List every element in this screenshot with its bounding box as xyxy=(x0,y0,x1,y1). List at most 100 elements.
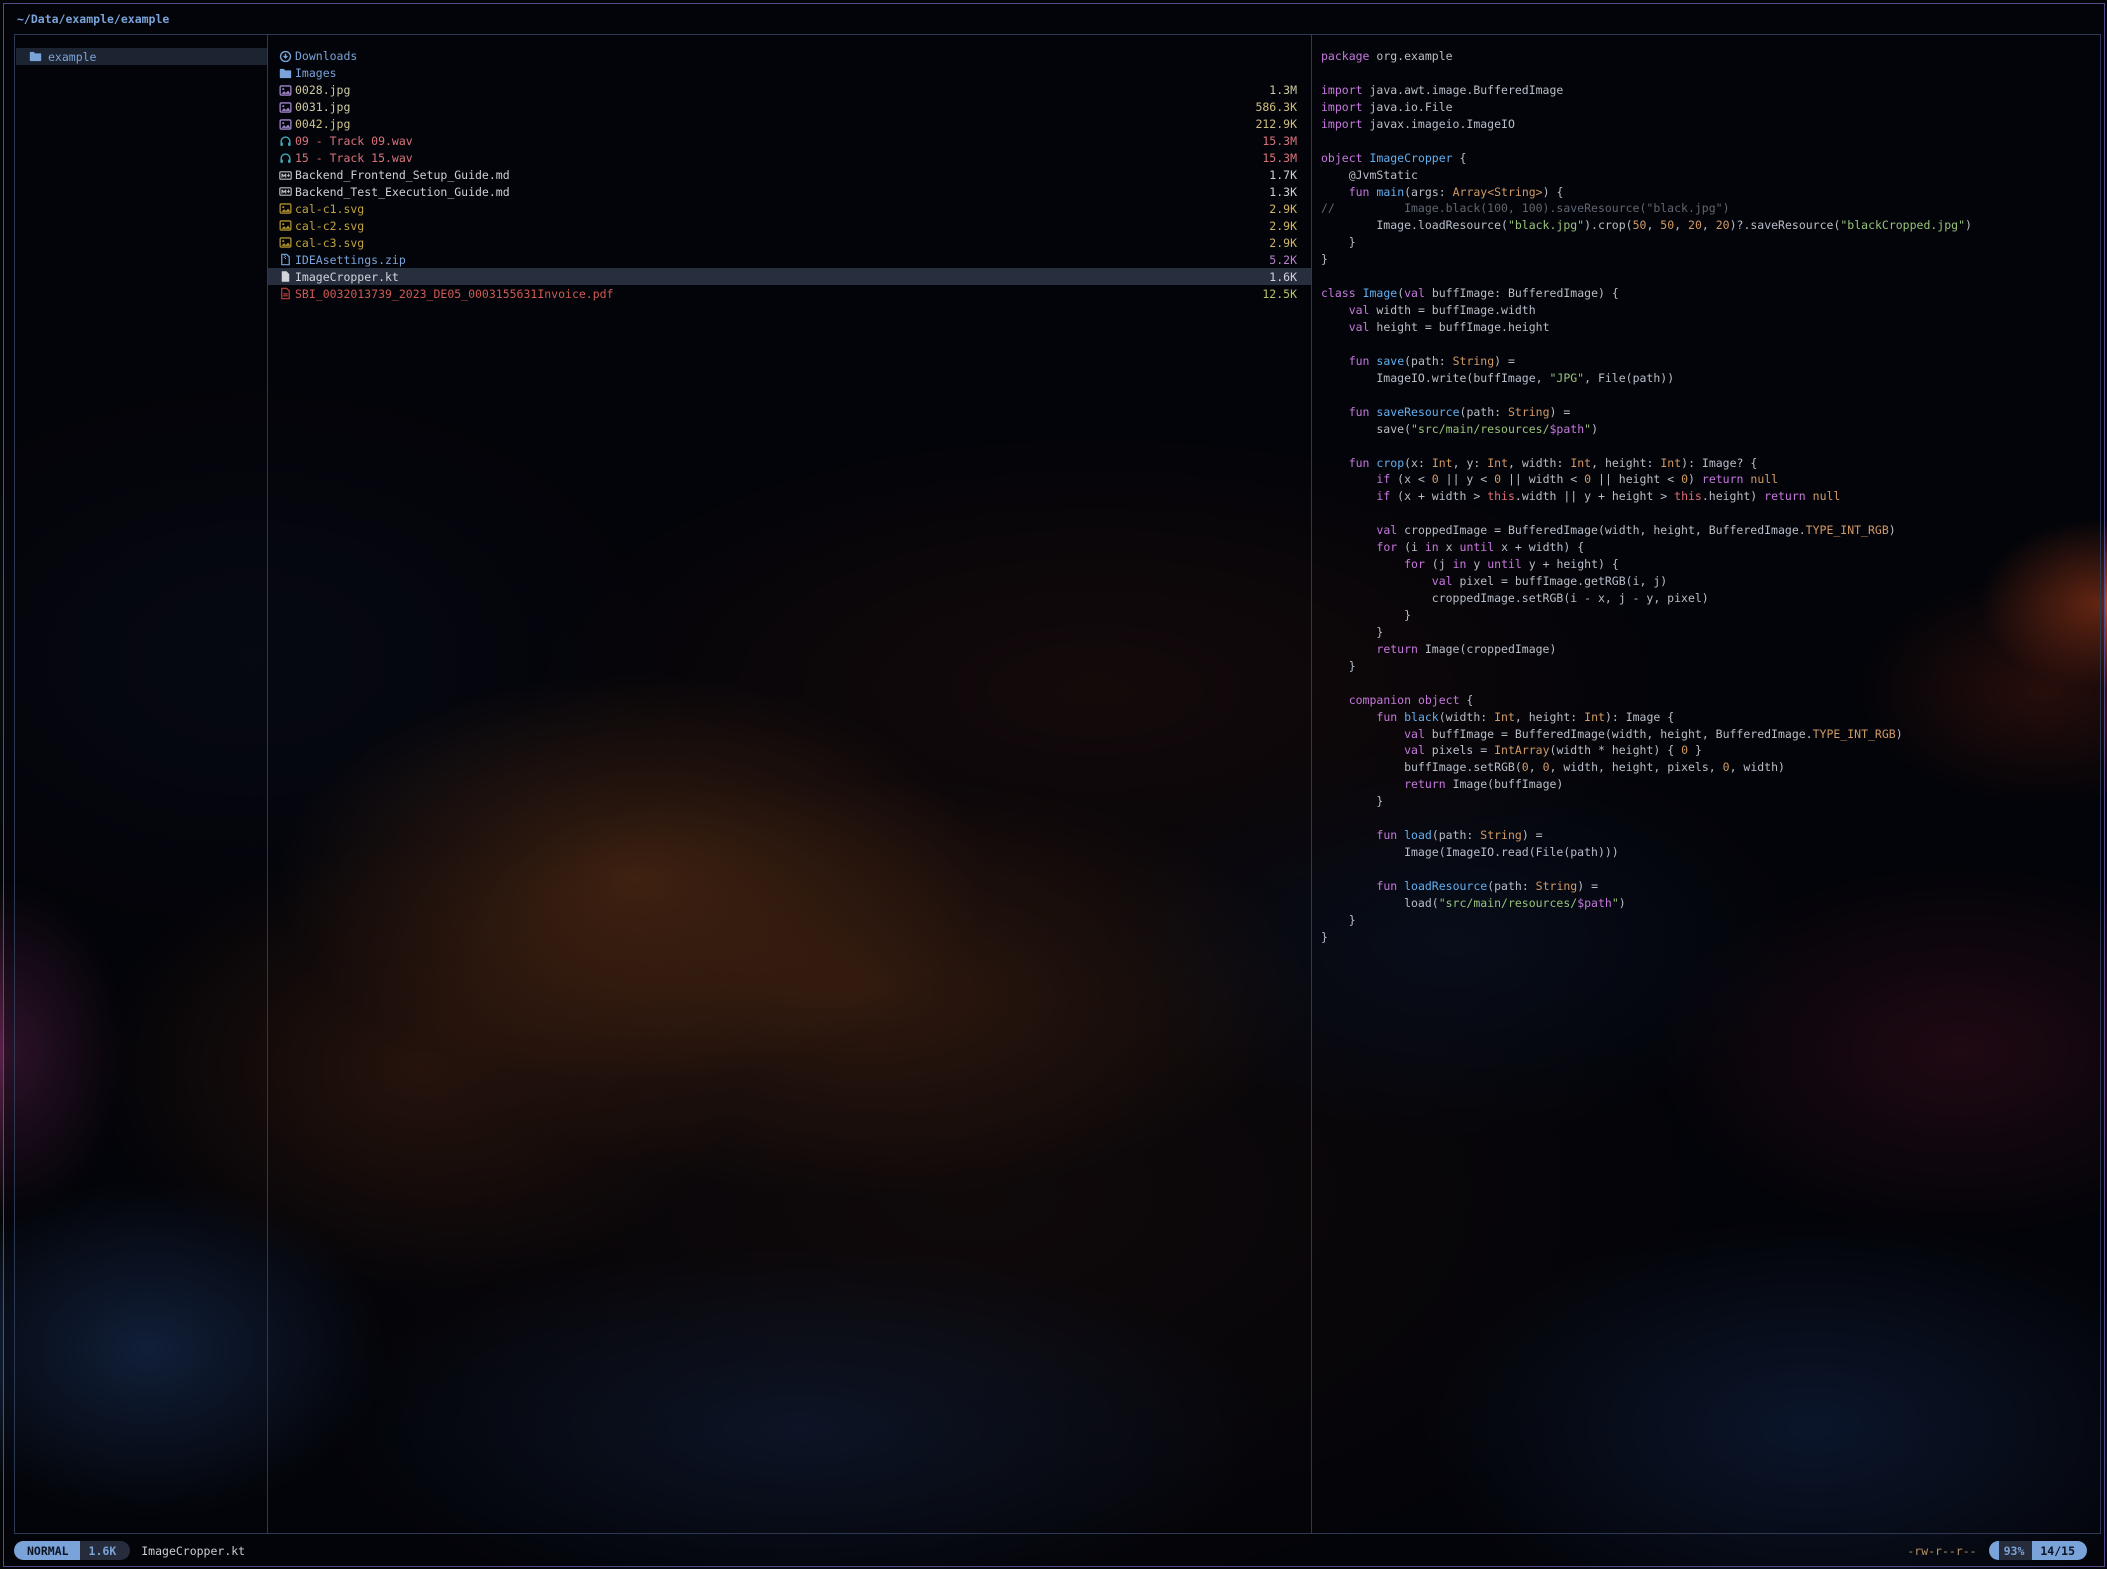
code-line: val width = buffImage.width xyxy=(1321,302,2098,319)
code-line: fun crop(x: Int, y: Int, width: Int, hei… xyxy=(1321,455,2098,472)
file-name: 0042.jpg xyxy=(295,117,350,131)
code-line: val height = buffImage.height xyxy=(1321,319,2098,336)
code-line: import javax.imageio.ImageIO xyxy=(1321,116,2098,133)
file-size: 1.6K xyxy=(1259,270,1297,284)
image-icon xyxy=(279,219,292,232)
code-line xyxy=(1321,505,2098,522)
folder-icon xyxy=(29,50,42,63)
parent-pane: example xyxy=(16,36,267,1532)
file-size: 2.9K xyxy=(1259,219,1297,233)
powerline-cap-icon xyxy=(1989,1541,1999,1560)
code-line: fun save(path: String) = xyxy=(1321,353,2098,370)
headphones-icon xyxy=(279,152,292,165)
code-line: buffImage.setRGB(0, 0, width, height, pi… xyxy=(1321,759,2098,776)
file-name: 0031.jpg xyxy=(295,100,350,114)
code-line: fun black(width: Int, height: Int): Imag… xyxy=(1321,709,2098,726)
file-pane: Downloads Images 0028.jpg1.3M0031.jpg 586.3… xyxy=(268,36,1311,1532)
code-line: package org.example xyxy=(1321,48,2098,65)
file-size: 1.7K xyxy=(1259,168,1297,182)
code-line: val croppedImage = BufferedImage(width, … xyxy=(1321,522,2098,539)
file-name: IDEAsettings.zip xyxy=(295,253,406,267)
code-line xyxy=(1321,387,2098,404)
file-size: 15.3M xyxy=(1252,134,1297,148)
code-line xyxy=(1321,268,2098,285)
code-line xyxy=(1321,861,2098,878)
code-line: @JvmStatic xyxy=(1321,167,2098,184)
file-permissions: -rw-r--r-- xyxy=(1907,1544,1976,1558)
code-line: fun main(args: Array<String>) { xyxy=(1321,184,2098,201)
file-size: 2.9K xyxy=(1259,202,1297,216)
code-line: import java.awt.image.BufferedImage xyxy=(1321,82,2098,99)
file-name: Images xyxy=(295,66,337,80)
code-line: fun loadResource(path: String) = xyxy=(1321,878,2098,895)
image-icon xyxy=(279,236,292,249)
scroll-percent: 93% xyxy=(1999,1541,2033,1560)
file-row[interactable]: Backend_Frontend_Setup_Guide.md1.7K xyxy=(268,167,1311,184)
pane-divider xyxy=(1311,35,1312,1533)
file-row[interactable]: 0042.jpg212.9K xyxy=(268,116,1311,133)
code-line: } xyxy=(1321,607,2098,624)
parent-dir-label: example xyxy=(48,50,96,64)
code-line: } xyxy=(1321,912,2098,929)
code-line: // Image.black(100, 100).saveResource("b… xyxy=(1321,200,2098,217)
file-name: 15 - Track 15.wav xyxy=(295,151,413,165)
code-line: save("src/main/resources/$path") xyxy=(1321,421,2098,438)
code-line xyxy=(1321,65,2098,82)
markdown-icon xyxy=(279,185,292,198)
code-line: val buffImage = BufferedImage(width, hei… xyxy=(1321,726,2098,743)
headphones-icon xyxy=(279,135,292,148)
file-name: cal-c1.svg xyxy=(295,202,364,216)
code-line: if (x < 0 || y < 0 || width < 0 || heigh… xyxy=(1321,471,2098,488)
code-line: for (i in x until x + width) { xyxy=(1321,539,2098,556)
code-line: class Image(val buffImage: BufferedImage… xyxy=(1321,285,2098,302)
parent-dir-item[interactable]: example xyxy=(16,48,267,65)
image-icon xyxy=(279,84,292,97)
file-row[interactable]: Images xyxy=(268,65,1311,82)
code-line: croppedImage.setRGB(i - x, j - y, pixel) xyxy=(1321,590,2098,607)
code-line: Image.loadResource("black.jpg").crop(50,… xyxy=(1321,217,2098,234)
file-name: cal-c3.svg xyxy=(295,236,364,250)
file-size: 1.3K xyxy=(1259,185,1297,199)
terminal-window: ~/Data/example/example example Downloads… xyxy=(3,3,2105,1567)
code-line: } xyxy=(1321,234,2098,251)
code-line: ImageIO.write(buffImage, "JPG", File(pat… xyxy=(1321,370,2098,387)
code-line: return Image(buffImage) xyxy=(1321,776,2098,793)
file-row[interactable]: SBI_0032013739_2023_DE05_0003155631Invoi… xyxy=(268,285,1311,302)
file-name: 09 - Track 09.wav xyxy=(295,134,413,148)
code-line: if (x + width > this.width || y + height… xyxy=(1321,488,2098,505)
file-size: 586.3K xyxy=(1245,100,1297,114)
code-line xyxy=(1321,336,2098,353)
code-line: fun saveResource(path: String) = xyxy=(1321,404,2098,421)
file-row[interactable]: ImageCropper.kt 1.6K xyxy=(268,268,1311,285)
file-name: 0028.jpg xyxy=(295,83,350,97)
zip-icon xyxy=(279,253,292,266)
code-line: val pixels = IntArray(width * height) { … xyxy=(1321,742,2098,759)
file-name: ImageCropper.kt xyxy=(295,270,399,284)
code-line: } xyxy=(1321,624,2098,641)
image-icon xyxy=(279,101,292,114)
file-row[interactable]: Downloads xyxy=(268,48,1311,65)
file-row[interactable]: 0028.jpg1.3M xyxy=(268,82,1311,99)
code-line: import java.io.File xyxy=(1321,99,2098,116)
code-line: val pixel = buffImage.getRGB(i, j) xyxy=(1321,573,2098,590)
pane-divider xyxy=(267,35,268,1533)
code-line: fun load(path: String) = xyxy=(1321,827,2098,844)
file-row[interactable]: Backend_Test_Execution_Guide.md1.3K xyxy=(268,184,1311,201)
file-row[interactable]: cal-c1.svg 2.9K xyxy=(268,200,1311,217)
file-manager-panes: example Downloads Images 0028.jpg1.3M0031.… xyxy=(14,34,2101,1534)
code-line: } xyxy=(1321,658,2098,675)
file-size-badge: 1.6K xyxy=(80,1541,121,1560)
status-bar: NORMAL 1.6K ImageCropper.kt -rw-r--r-- 9… xyxy=(14,1541,2101,1560)
file-row[interactable]: 0031.jpg 586.3K xyxy=(268,99,1311,116)
file-name: cal-c2.svg xyxy=(295,219,364,233)
code-line xyxy=(1321,133,2098,150)
file-row[interactable]: cal-c3.svg2.9K xyxy=(268,234,1311,251)
code-line xyxy=(1321,675,2098,692)
file-row[interactable]: cal-c2.svg 2.9K xyxy=(268,217,1311,234)
file-name: Downloads xyxy=(295,49,357,63)
preview-pane: package org.example import java.awt.imag… xyxy=(1312,36,2098,1532)
file-row[interactable]: IDEAsettings.zip5.2K xyxy=(268,251,1311,268)
file-size: 15.3M xyxy=(1252,151,1297,165)
file-row[interactable]: 09 - Track 09.wav 15.3M xyxy=(268,133,1311,150)
file-row[interactable]: 15 - Track 15.wav 15.3M xyxy=(268,150,1311,167)
